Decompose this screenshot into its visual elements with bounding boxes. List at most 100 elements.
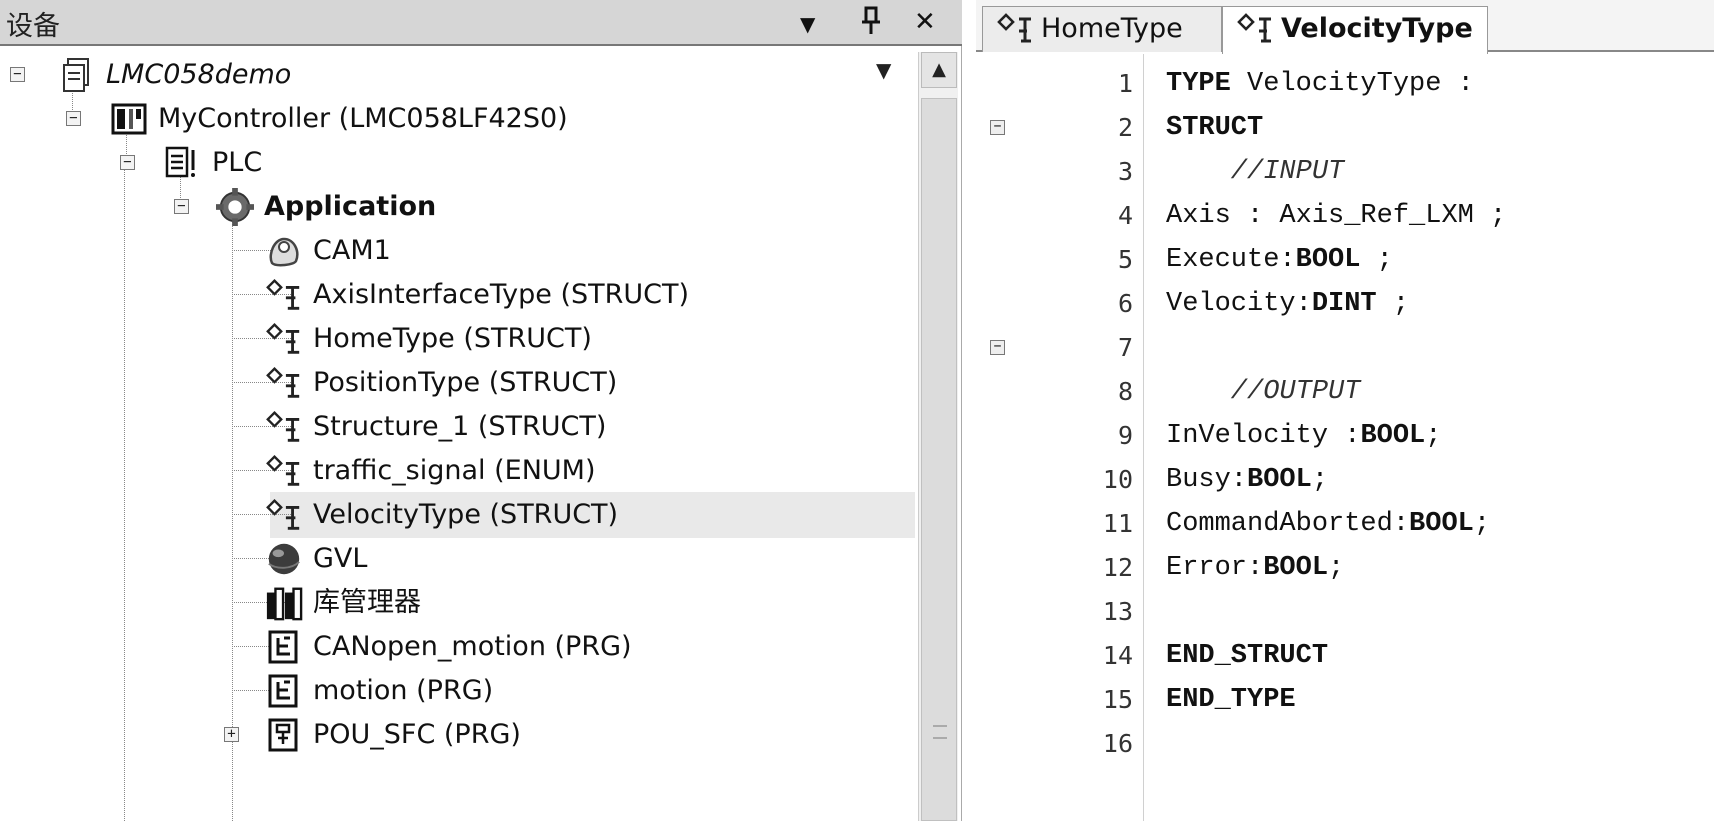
devices-panel: 设备 ▼ ✕ − LMC058demo − MyController (LMC058L… — [0, 0, 962, 821]
collapse-icon[interactable]: − — [10, 67, 25, 82]
tree-item-label[interactable]: PLC — [212, 140, 262, 186]
line-number: 12 — [1102, 553, 1133, 582]
editor-tab-strip: HomeType VelocityType — [976, 0, 1714, 54]
code-comment: //INPUT — [1166, 157, 1345, 187]
library-manager-icon — [265, 584, 303, 622]
line-number: 2 — [1117, 113, 1133, 142]
code-line[interactable]: Axis : Axis_Ref_LXM ; — [1166, 192, 1506, 240]
code-line[interactable]: END_STRUCT — [1166, 632, 1328, 680]
line-number: 15 — [1102, 685, 1133, 714]
fold-collapse-icon[interactable]: − — [990, 120, 1005, 135]
code-line[interactable]: //OUTPUT — [1166, 368, 1361, 416]
line-number: 3 — [1117, 157, 1133, 186]
code-line[interactable]: END_TYPE — [1166, 676, 1296, 724]
fold-collapse-icon[interactable]: − — [990, 340, 1005, 355]
devices-panel-header: 设备 ▼ ✕ — [0, 0, 962, 46]
code-line[interactable]: STRUCT — [1166, 104, 1263, 152]
code-line[interactable]: CommandAborted:BOOL; — [1166, 500, 1490, 548]
code-keyword: DINT — [1311, 289, 1377, 319]
code-line[interactable]: InVelocity :BOOL; — [1166, 412, 1441, 460]
tree-scrollbar[interactable]: ▲ — [918, 52, 958, 821]
code-token: VelocityType : — [1230, 69, 1474, 99]
code-text-area[interactable]: TYPE VelocityType : STRUCT //INPUT Axis : … — [1166, 54, 1714, 821]
tree-row[interactable] — [0, 140, 915, 186]
code-keyword: BOOL — [1409, 509, 1474, 539]
line-number: 5 — [1117, 245, 1133, 274]
tree-item-label[interactable]: AxisInterfaceType (STRUCT) — [313, 272, 689, 318]
code-token: ; — [1425, 421, 1442, 451]
tree-row[interactable] — [0, 184, 915, 230]
code-line[interactable]: Error:BOOL; — [1166, 544, 1344, 592]
collapse-icon[interactable]: − — [174, 199, 189, 214]
fold-margin: − − — [976, 54, 1020, 821]
close-icon[interactable]: ✕ — [914, 6, 936, 38]
tree-item-label[interactable]: 库管理器 — [313, 580, 421, 626]
tree-item-label[interactable]: CAM1 — [313, 228, 391, 274]
line-number: 8 — [1117, 377, 1133, 406]
dut-icon — [265, 320, 303, 358]
tab-hometype[interactable]: HomeType — [982, 6, 1222, 52]
code-comment: //OUTPUT — [1166, 377, 1361, 407]
code-token: ; — [1376, 289, 1410, 319]
code-token: Busy: — [1166, 465, 1248, 495]
code-token: ; — [1328, 553, 1345, 583]
project-icon — [58, 56, 96, 94]
panel-menu-dropdown-icon[interactable]: ▼ — [800, 8, 815, 40]
code-keyword: TYPE — [1166, 69, 1231, 99]
tree-item-label[interactable]: CANopen_motion (PRG) — [313, 624, 632, 670]
code-line[interactable]: Velocity:DINT ; — [1166, 280, 1409, 328]
tree-item-label[interactable]: GVL — [313, 536, 367, 582]
tab-velocitytype[interactable]: VelocityType — [1222, 6, 1488, 54]
expand-icon[interactable]: + — [224, 727, 239, 742]
devices-panel-title: 设备 — [6, 11, 60, 42]
gvl-globe-icon — [265, 540, 303, 578]
collapse-icon[interactable]: − — [120, 155, 135, 170]
line-number: 6 — [1117, 289, 1133, 318]
tree-item-label[interactable]: LMC058demo — [106, 52, 291, 98]
dut-icon — [265, 496, 303, 534]
tab-label: HomeType — [1041, 13, 1183, 44]
tree-item-label[interactable]: PositionType (STRUCT) — [313, 360, 617, 406]
controller-icon — [110, 100, 148, 138]
tree-options-dropdown-icon[interactable]: ▼ — [876, 58, 891, 82]
code-line[interactable]: //INPUT — [1166, 148, 1344, 196]
dut-icon — [265, 452, 303, 490]
line-number: 7 — [1117, 333, 1133, 362]
code-keyword: END_TYPE — [1166, 685, 1296, 715]
tree-row[interactable] — [0, 580, 915, 626]
tree-item-label[interactable]: Structure_1 (STRUCT) — [313, 404, 606, 450]
code-keyword: BOOL — [1263, 553, 1329, 583]
code-keyword: END_STRUCT — [1166, 641, 1329, 671]
tree-item-label[interactable]: Application — [264, 184, 436, 230]
device-tree: − LMC058demo − MyController (LMC058LF42S0) −… — [0, 52, 915, 821]
code-keyword: BOOL — [1247, 465, 1312, 495]
tree-item-label[interactable]: MyController (LMC058LF42S0) — [158, 96, 568, 142]
line-number: 13 — [1102, 597, 1133, 626]
tree-item-label[interactable]: POU_SFC (PRG) — [313, 712, 521, 758]
code-line[interactable]: Busy:BOOL; — [1166, 456, 1328, 504]
dut-icon — [265, 408, 303, 446]
tree-item-label[interactable]: traffic_signal (ENUM) — [313, 448, 596, 494]
tab-label: VelocityType — [1281, 13, 1473, 44]
code-token: ; — [1360, 245, 1393, 275]
line-number: 9 — [1117, 421, 1133, 450]
code-token: Velocity: — [1166, 289, 1312, 319]
scrollbar-thumb[interactable] — [921, 98, 957, 821]
tree-row[interactable] — [0, 536, 915, 582]
tree-item-label[interactable]: VelocityType (STRUCT) — [313, 492, 618, 538]
code-keyword: BOOL — [1360, 421, 1426, 451]
code-keyword: BOOL — [1295, 245, 1361, 275]
tree-item-label[interactable]: motion (PRG) — [313, 668, 493, 714]
scroll-up-icon[interactable]: ▲ — [921, 52, 957, 88]
tree-item-label[interactable]: HomeType (STRUCT) — [313, 316, 592, 362]
scrollbar-grip-icon — [933, 725, 947, 739]
application-gear-icon — [216, 188, 254, 226]
pin-icon[interactable] — [860, 6, 882, 44]
code-token: Axis : Axis_Ref_LXM ; — [1166, 201, 1507, 231]
tree-row[interactable] — [0, 228, 915, 274]
collapse-icon[interactable]: − — [66, 111, 81, 126]
line-number: 10 — [1102, 465, 1133, 494]
code-line[interactable]: Execute:BOOL ; — [1166, 236, 1393, 284]
pou-icon — [265, 628, 303, 666]
code-line[interactable]: TYPE VelocityType : — [1166, 60, 1474, 108]
